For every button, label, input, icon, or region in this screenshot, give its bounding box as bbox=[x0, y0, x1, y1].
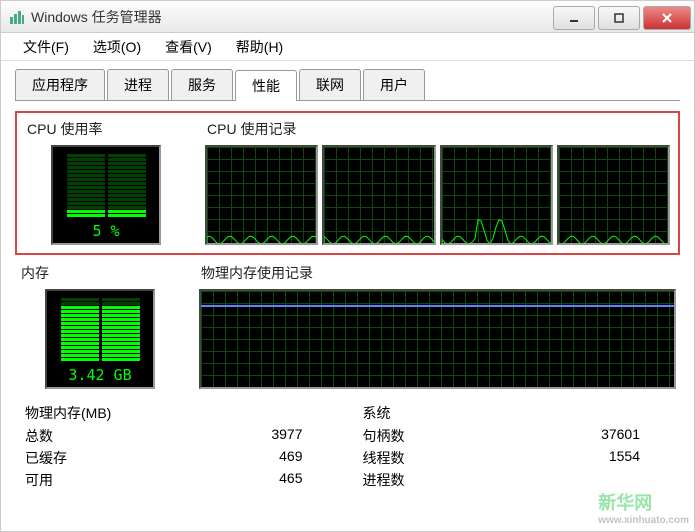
menu-options[interactable]: 选项(O) bbox=[81, 33, 153, 61]
handles-label: 句柄数 bbox=[363, 426, 405, 446]
total-label: 总数 bbox=[25, 426, 53, 446]
app-icon bbox=[9, 9, 25, 25]
system-stats: 系统 句柄数 37601 线程数 1554 进程数 bbox=[363, 403, 671, 491]
memory-history-label: 物理内存使用记录 bbox=[195, 261, 680, 285]
menu-file[interactable]: 文件(F) bbox=[11, 33, 81, 61]
menu-view[interactable]: 查看(V) bbox=[153, 33, 224, 61]
menu-help[interactable]: 帮助(H) bbox=[224, 33, 295, 61]
memory-label: 内存 bbox=[15, 261, 185, 285]
cpu-history-chart-3 bbox=[440, 145, 553, 245]
window-title: Windows 任务管理器 bbox=[31, 7, 162, 27]
cpu-history-chart-2 bbox=[322, 145, 435, 245]
tab-performance[interactable]: 性能 bbox=[235, 70, 297, 101]
cpu-history-chart-4 bbox=[557, 145, 670, 245]
processes-label: 进程数 bbox=[363, 470, 405, 490]
cpu-history-chart-1 bbox=[205, 145, 318, 245]
system-title: 系统 bbox=[363, 403, 671, 423]
task-manager-window: Windows 任务管理器 文件(F) 选项(O) 查看(V) 帮助(H) 应用… bbox=[0, 0, 695, 532]
stats-section: 物理内存(MB) 总数 3977 已缓存 469 可用 465 系统 句柄数 37601… bbox=[15, 403, 680, 491]
memory-history-group: 物理内存使用记录 bbox=[195, 261, 680, 393]
close-button[interactable] bbox=[643, 6, 691, 30]
physical-memory-title: 物理内存(MB) bbox=[25, 403, 333, 423]
menubar: 文件(F) 选项(O) 查看(V) 帮助(H) bbox=[1, 33, 694, 61]
cpu-history-group: CPU 使用记录 bbox=[201, 117, 674, 249]
threads-label: 线程数 bbox=[363, 448, 405, 468]
cpu-usage-group: CPU 使用率 5 % bbox=[21, 117, 191, 249]
cached-value: 469 bbox=[279, 448, 302, 468]
available-value: 465 bbox=[279, 470, 302, 490]
cpu-history-label: CPU 使用记录 bbox=[201, 117, 674, 141]
minimize-button[interactable] bbox=[553, 6, 595, 30]
tab-processes[interactable]: 进程 bbox=[107, 69, 169, 100]
tab-networking[interactable]: 联网 bbox=[299, 69, 361, 100]
available-label: 可用 bbox=[25, 470, 53, 490]
threads-value: 1554 bbox=[609, 448, 640, 468]
cpu-usage-label: CPU 使用率 bbox=[21, 117, 191, 141]
memory-usage-group: 内存 3.42 GB bbox=[15, 261, 185, 393]
cpu-highlight: CPU 使用率 5 % CPU 使用记录 bbox=[15, 111, 680, 255]
tab-users[interactable]: 用户 bbox=[363, 69, 425, 100]
tab-applications[interactable]: 应用程序 bbox=[15, 69, 105, 100]
tab-strip: 应用程序 进程 服务 性能 联网 用户 bbox=[15, 69, 680, 101]
handles-value: 37601 bbox=[601, 426, 640, 446]
window-controls bbox=[553, 4, 694, 30]
titlebar: Windows 任务管理器 bbox=[1, 1, 694, 33]
content-area: 应用程序 进程 服务 性能 联网 用户 CPU 使用率 bbox=[1, 61, 694, 499]
memory-history-chart bbox=[199, 289, 676, 389]
performance-panel: CPU 使用率 5 % CPU 使用记录 bbox=[15, 111, 680, 491]
tab-services[interactable]: 服务 bbox=[171, 69, 233, 100]
cpu-usage-value: 5 % bbox=[92, 222, 119, 240]
physical-memory-stats: 物理内存(MB) 总数 3977 已缓存 469 可用 465 bbox=[25, 403, 333, 491]
cpu-gauge: 5 % bbox=[51, 145, 161, 245]
cached-label: 已缓存 bbox=[25, 448, 67, 468]
total-value: 3977 bbox=[271, 426, 302, 446]
memory-usage-value: 3.42 GB bbox=[68, 366, 131, 384]
memory-gauge: 3.42 GB bbox=[45, 289, 155, 389]
maximize-button[interactable] bbox=[598, 6, 640, 30]
watermark-url: www.xinhuato.com bbox=[598, 515, 689, 526]
